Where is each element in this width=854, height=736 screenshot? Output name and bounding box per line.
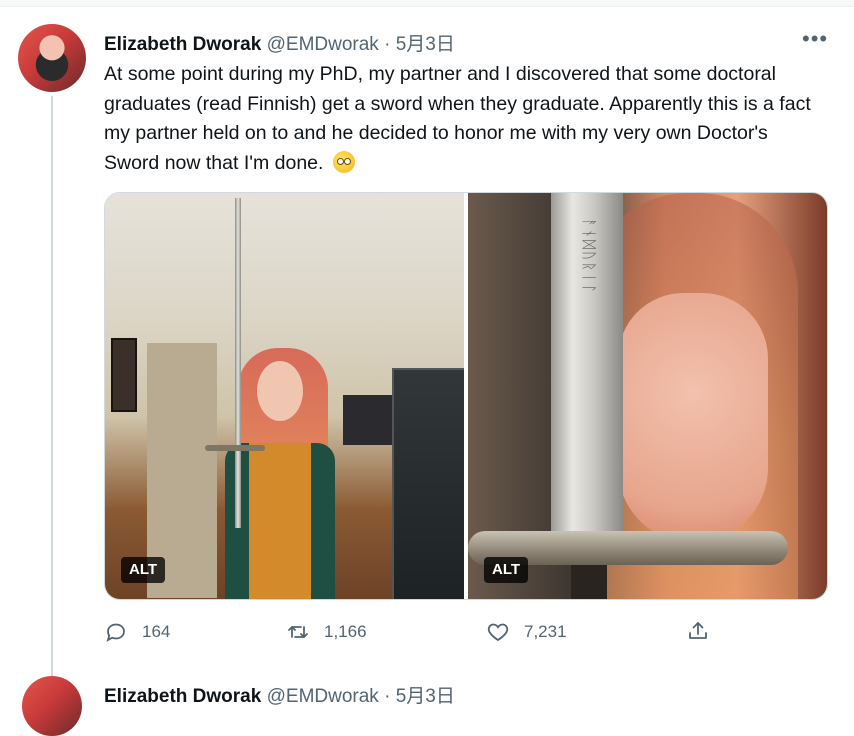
sword-blade <box>235 198 241 528</box>
like-count: 7,231 <box>524 622 567 641</box>
separator-dot: · <box>384 34 391 55</box>
top-divider <box>0 0 854 7</box>
glass-cabinet <box>392 368 464 599</box>
reply-icon <box>106 623 125 642</box>
next-tweet-header: Elizabeth Dworak @EMDworak · 5月3日 <box>104 681 455 708</box>
tweet-media: ALT ᚨᚾᛞᚢᚱᛁᛚ ALT <box>104 192 828 600</box>
retweet-count: 1,166 <box>324 622 367 641</box>
person-face <box>618 293 768 543</box>
tweet-date[interactable]: 5月3日 <box>396 34 455 55</box>
wall-picture-frame <box>111 338 137 412</box>
next-tweet-avatar[interactable] <box>22 676 82 736</box>
television <box>343 395 395 445</box>
share-button[interactable] <box>686 619 710 643</box>
sword-grip <box>571 565 607 599</box>
sword-engraving: ᚨᚾᛞᚢᚱᛁᛚ <box>580 218 598 296</box>
sword-guard <box>205 445 265 451</box>
author-handle[interactable]: @EMDworak <box>267 34 379 55</box>
rolling-eyes-emoji-icon <box>332 150 355 173</box>
person-face <box>257 361 303 421</box>
author-name[interactable]: Elizabeth Dworak <box>104 34 261 55</box>
reply-button[interactable]: 164 <box>104 620 170 644</box>
next-author-name[interactable]: Elizabeth Dworak <box>104 686 261 707</box>
like-button[interactable]: 7,231 <box>486 620 567 644</box>
thread-line <box>51 96 53 676</box>
heart-icon <box>487 623 509 642</box>
tweet-text-content: At some point during my PhD, my partner … <box>104 63 811 174</box>
reply-count: 164 <box>142 622 171 641</box>
next-tweet-date[interactable]: 5月3日 <box>396 686 455 707</box>
share-icon <box>689 622 707 639</box>
next-separator-dot: · <box>384 686 391 707</box>
tweet-header: Elizabeth Dworak @EMDworak · 5月3日 <box>104 29 455 56</box>
author-avatar[interactable] <box>18 24 86 92</box>
alt-badge[interactable]: ALT <box>484 557 529 583</box>
photo-sword-closeup[interactable]: ᚨᚾᛞᚢᚱᛁᛚ ALT <box>468 193 827 599</box>
person-body <box>225 443 335 599</box>
alt-badge[interactable]: ALT <box>121 557 166 583</box>
tweet-text: At some point during my PhD, my partner … <box>104 60 824 178</box>
photo-woman-with-sword[interactable]: ALT <box>105 193 464 599</box>
retweet-button[interactable]: 1,166 <box>286 620 367 644</box>
retweet-icon <box>288 626 308 638</box>
next-author-handle[interactable]: @EMDworak <box>267 686 379 707</box>
tweet-actions: 164 1,166 7,231 <box>0 612 854 652</box>
more-options-icon[interactable]: ••• <box>802 26 828 52</box>
